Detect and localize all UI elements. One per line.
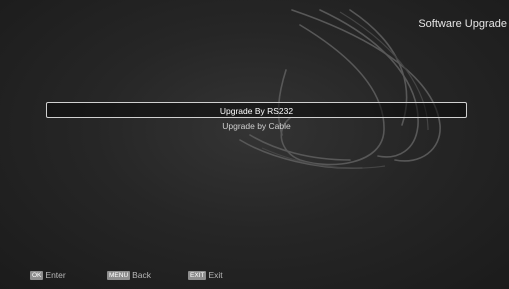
menu-item-upgrade-by-rs232[interactable]: Upgrade By RS232 [46,102,467,118]
page-title: Software Upgrade [418,18,507,30]
ok-key-icon: OK [30,270,44,280]
menu-item-upgrade-by-cable[interactable]: Upgrade by Cable [46,118,467,134]
hint-exit-label: Exit [208,270,223,280]
hint-exit[interactable]: EXIT Exit [188,269,223,281]
tv-menu-screen: Software Upgrade Upgrade By RS232 Upgrad… [0,0,509,289]
hint-menu[interactable]: MENU Back [107,269,151,281]
hint-ok-label: Enter [45,270,66,280]
hint-menu-label: Back [132,270,152,280]
menu-key-icon: MENU [107,270,131,280]
footer-hint-bar: OK Enter MENU Back EXIT Exit [0,269,509,283]
hint-ok[interactable]: OK Enter [30,269,66,281]
swirl-background-graphic [239,9,441,170]
exit-key-icon: EXIT [188,270,207,280]
